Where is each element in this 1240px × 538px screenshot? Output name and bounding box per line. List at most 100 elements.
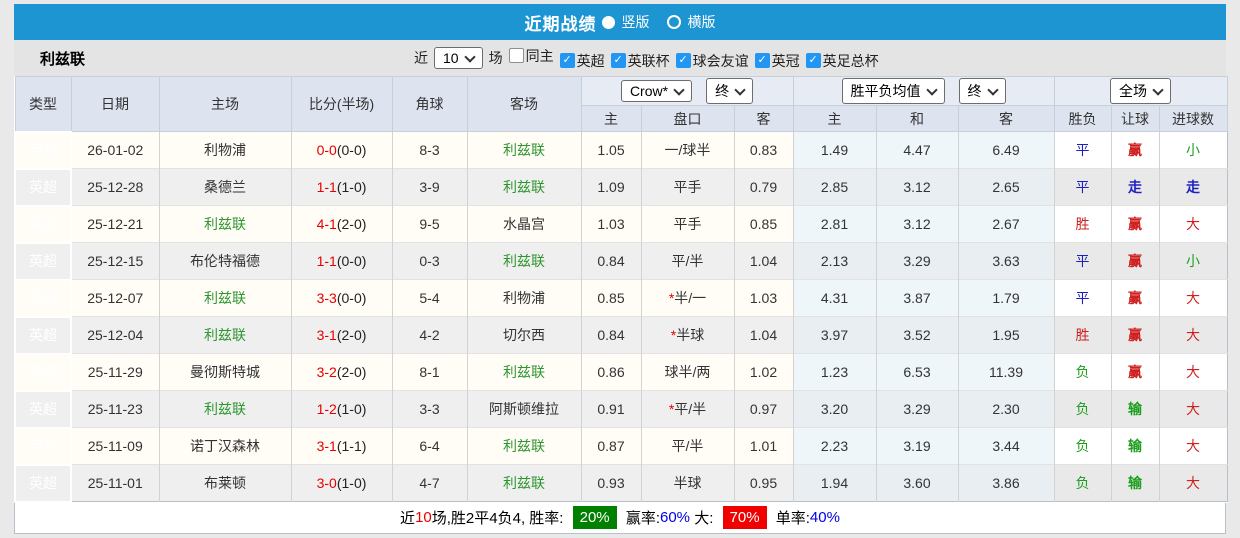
match-date: 25-12-07 <box>70 279 159 317</box>
chevron-down-icon <box>986 83 999 96</box>
recent-count-value: 10 <box>443 50 459 66</box>
odds-away: 1.01 <box>733 427 793 465</box>
odds-home: 0.86 <box>580 353 641 391</box>
horizontal-layout-radio[interactable] <box>666 15 681 29</box>
match-row: 英超 25-11-23 利兹联 1-2(1-0) 3-3 阿斯顿维拉 0.91 *平/半 0.9… <box>14 389 1228 429</box>
match-row: 英超 25-12-28 桑德兰 1-1(1-0) 3-9 利兹联 1.09 平手 0.79 2.8… <box>14 167 1228 207</box>
col-header-avg-home: 主 <box>792 105 877 132</box>
home-team: 曼彻斯特城 <box>158 353 291 391</box>
match-date: 25-11-01 <box>70 464 159 502</box>
checkbox-unchecked-icon[interactable] <box>508 48 524 63</box>
odds-away: 0.83 <box>733 131 793 169</box>
match-score: 4-1(2-0) <box>290 205 392 243</box>
avg-away-odds: 2.65 <box>957 168 1054 206</box>
avg-home-odds: 1.94 <box>792 464 876 502</box>
col-header-odds-away: 客 <box>733 105 794 132</box>
match-score: 0-0(0-0) <box>290 131 392 169</box>
result-handicap: 赢 <box>1110 131 1159 169</box>
col-header-avg-away: 客 <box>957 105 1055 132</box>
filter-checkbox-item[interactable]: 英冠 <box>749 51 800 71</box>
avg-away-odds: 2.67 <box>957 205 1054 243</box>
handicap-line: 平/半 <box>640 242 734 280</box>
filter-checkbox-item[interactable]: 同主 <box>503 46 554 66</box>
checkbox-label: 英冠 <box>771 52 800 69</box>
scope-select[interactable]: 全场 <box>1110 78 1172 104</box>
bookmaker-state-select[interactable]: 终 <box>706 78 754 104</box>
corner-score: 4-7 <box>391 464 467 502</box>
col-header-type: 类型 <box>14 76 72 132</box>
odds-away: 1.02 <box>733 353 793 391</box>
result-handicap: 赢 <box>1110 242 1159 280</box>
odds-home: 1.09 <box>580 168 641 206</box>
handicap-line: 半球 <box>640 464 734 502</box>
match-score: 1-1(1-0) <box>290 168 392 206</box>
corner-score: 6-4 <box>391 427 467 465</box>
match-score: 3-1(1-1) <box>290 427 392 465</box>
col-header-avg-draw: 和 <box>875 105 959 132</box>
result-goals: 走 <box>1158 168 1228 206</box>
odds-away: 1.03 <box>733 279 793 317</box>
match-type-badge: 英超 <box>14 426 72 466</box>
col-header-result-wdl: 胜负 <box>1053 105 1112 132</box>
result-wdl: 平 <box>1053 279 1111 317</box>
result-wdl: 胜 <box>1053 316 1111 354</box>
summary-record: 场,胜2平4负4, 胜率: <box>431 510 568 527</box>
vertical-layout-radio[interactable] <box>601 15 615 29</box>
avg-away-odds: 3.86 <box>957 464 1054 502</box>
result-goals: 大 <box>1158 205 1228 243</box>
average-state-select[interactable]: 终 <box>958 78 1006 104</box>
match-score: 1-1(0-0) <box>290 242 392 280</box>
checkbox-checked-icon[interactable] <box>805 53 821 68</box>
home-team: 诺丁汉森林 <box>158 427 291 465</box>
handicap-line: 平/半 <box>640 427 734 465</box>
match-type-badge: 英超 <box>14 352 72 392</box>
result-handicap: 输 <box>1110 427 1159 465</box>
away-team: 利兹联 <box>466 427 581 465</box>
match-date: 25-12-04 <box>70 316 159 354</box>
vertical-layout-label[interactable]: 竖版 <box>622 12 650 32</box>
filter-checkbox-item[interactable]: 英联杯 <box>605 51 670 71</box>
odds-home: 0.85 <box>580 279 641 317</box>
checkbox-checked-icon[interactable] <box>610 53 626 68</box>
average-select[interactable]: 胜平负均值 <box>841 78 945 104</box>
avg-away-odds: 1.95 <box>957 316 1054 354</box>
avg-draw-odds: 4.47 <box>875 131 958 169</box>
corner-score: 9-5 <box>391 205 467 243</box>
scope-header-cell: 全场 <box>1053 76 1228 106</box>
filter-checkbox-item[interactable]: 英足总杯 <box>800 51 879 71</box>
result-wdl: 负 <box>1053 427 1111 465</box>
summary-big-label: 大: <box>690 510 718 527</box>
avg-home-odds: 4.31 <box>792 279 876 317</box>
odds-home: 0.93 <box>580 464 641 502</box>
bookmaker-select[interactable]: Crow* <box>620 80 693 102</box>
checkbox-label: 英超 <box>576 52 605 69</box>
result-goals: 大 <box>1158 464 1228 502</box>
result-goals: 大 <box>1158 279 1228 317</box>
match-row: 英超 26-01-02 利物浦 0-0(0-0) 8-3 利兹联 1.05 一/球半 0.83 1… <box>14 130 1228 170</box>
avg-draw-odds: 3.29 <box>875 242 958 280</box>
home-team: 布伦特福德 <box>158 242 291 280</box>
average-select-value: 胜平负均值 <box>850 83 921 99</box>
checkbox-checked-icon[interactable] <box>754 53 770 68</box>
match-date: 25-11-23 <box>70 390 159 428</box>
single-rate-pct: 40% <box>809 509 840 526</box>
col-header-result-handicap: 让球 <box>1110 105 1160 132</box>
col-header-corner: 角球 <box>391 76 468 132</box>
odds-home: 1.03 <box>580 205 641 243</box>
summary-bar: 近 10 场,胜2平4负4, 胜率: 20% 赢率: 60% 大: 70% 单率… <box>14 502 1226 534</box>
average-state-value: 终 <box>967 83 982 99</box>
filter-checkbox-item[interactable]: 英超 <box>554 51 605 71</box>
filter-checkbox-item[interactable]: 球会友谊 <box>670 51 749 71</box>
chevron-down-icon <box>734 83 746 96</box>
avg-draw-odds: 3.60 <box>875 464 958 502</box>
win-rate-badge: 20% <box>572 506 617 529</box>
result-goals: 大 <box>1158 353 1228 391</box>
checkbox-checked-icon[interactable] <box>675 53 691 68</box>
horizontal-layout-label[interactable]: 横版 <box>688 12 716 32</box>
result-wdl: 胜 <box>1053 205 1111 243</box>
chevron-down-icon <box>925 83 938 96</box>
recent-count-select[interactable]: 10 <box>434 47 483 69</box>
avg-home-odds: 1.23 <box>792 353 876 391</box>
checkbox-checked-icon[interactable] <box>559 53 575 68</box>
odds-away: 0.97 <box>733 390 793 428</box>
